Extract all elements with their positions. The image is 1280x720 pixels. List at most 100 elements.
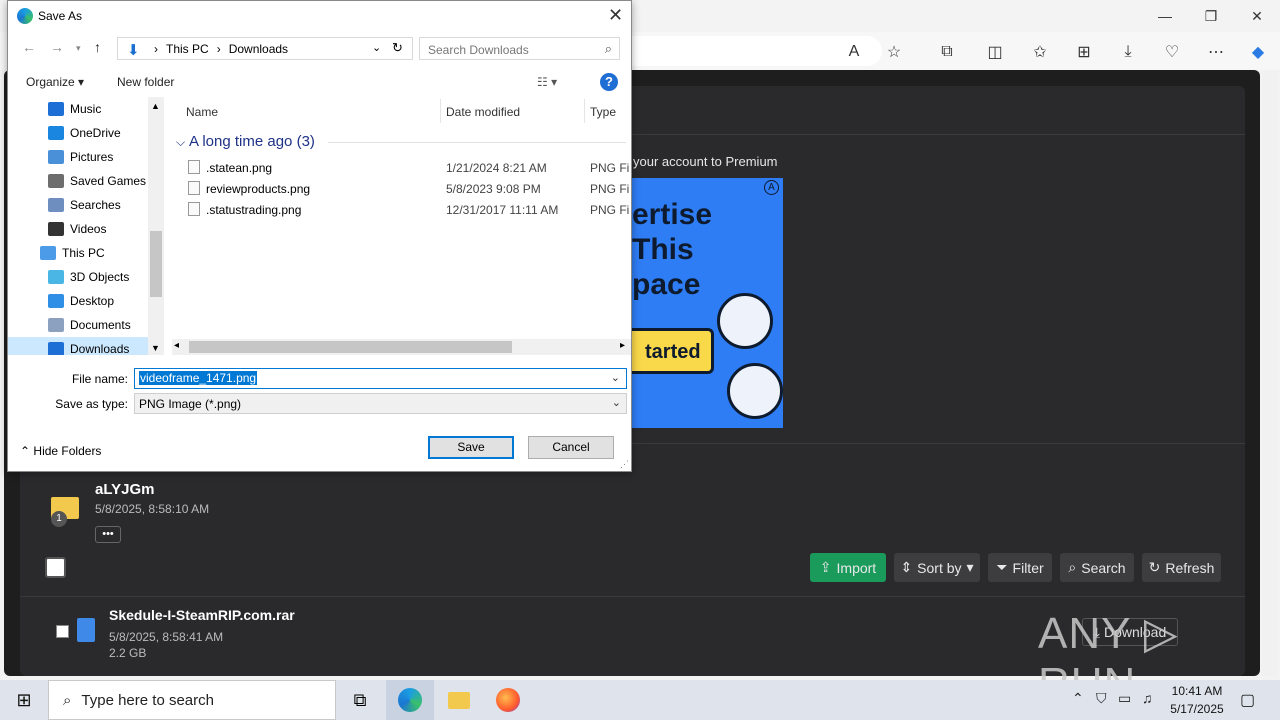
import-button[interactable]: ⇪ Import	[810, 553, 886, 582]
scroll-down-icon[interactable]: ▼	[151, 343, 160, 353]
breadcrumb[interactable]: ⬇ › This PC › Downloads ⌄ ↻	[117, 37, 413, 60]
collections-icon[interactable]: ⊞	[1067, 38, 1101, 66]
group-collapse-icon[interactable]: ⌵	[176, 135, 185, 150]
tree-item-downloads[interactable]: Downloads	[8, 337, 148, 355]
chevron-down-icon[interactable]: ⌄	[372, 41, 381, 54]
folder-badge: 1	[51, 511, 67, 527]
breadcrumb-downloads[interactable]: Downloads	[229, 42, 288, 56]
tree-item-pictures[interactable]: Pictures	[8, 145, 148, 169]
cancel-button[interactable]: Cancel	[528, 436, 614, 459]
tree-item-label: Saved Games	[70, 174, 147, 188]
tree-item-documents[interactable]: Documents	[8, 313, 148, 337]
chevron-down-icon[interactable]: ⌄	[610, 371, 621, 384]
file-explorer-icon[interactable]	[435, 680, 483, 720]
ad-button[interactable]: tarted	[632, 328, 714, 374]
column-date-modified[interactable]: Date modified	[446, 105, 520, 119]
clock[interactable]: 10:41 AM 5/17/2025	[1160, 682, 1234, 718]
copilot-icon[interactable]: ◆	[1241, 38, 1275, 66]
tree-item-this-pc[interactable]: This PC	[8, 241, 148, 265]
tree-item-music[interactable]: Music	[8, 97, 148, 121]
help-icon[interactable]: ?	[600, 73, 618, 91]
file-row[interactable]: .statean.png 1/21/2024 8:21 AM PNG File	[188, 158, 631, 178]
minimize-button[interactable]: —	[1142, 0, 1188, 32]
resize-grip-icon[interactable]: ⋰	[620, 459, 629, 470]
file-row[interactable]: .statustrading.png 12/31/2017 11:11 AM PNG…	[188, 200, 631, 220]
scroll-right-icon[interactable]: ▸	[620, 340, 625, 351]
search-button[interactable]: ⌕ Search	[1060, 553, 1134, 582]
notifications-icon[interactable]: ▢	[1240, 690, 1255, 710]
file-row-type: PNG File	[590, 161, 630, 175]
tree-item-3d-objects[interactable]: 3D Objects	[8, 265, 148, 289]
refresh-icon[interactable]: ↻	[392, 40, 403, 56]
file-name-input[interactable]: videoframe_1471.png ⌄	[134, 368, 627, 389]
back-arrow-icon[interactable]: ←	[22, 39, 36, 55]
forward-arrow-icon[interactable]: →	[50, 39, 64, 55]
advertisement[interactable]: ertise This pace tarted A	[632, 178, 783, 428]
refresh-button[interactable]: ↻ Refresh	[1142, 553, 1221, 582]
firefox-icon[interactable]	[484, 680, 532, 720]
tree-item-desktop[interactable]: Desktop	[8, 289, 148, 313]
dialog-close-icon[interactable]: ✕	[608, 5, 623, 26]
premium-text[interactable]: your account to Premium	[633, 154, 778, 169]
file-name[interactable]: Skedule-I-SteamRIP.com.rar	[109, 607, 295, 623]
file-group-header[interactable]: A long time ago (3)	[189, 133, 315, 150]
recent-locations-icon[interactable]: ▾	[76, 43, 81, 54]
windows-start-icon[interactable]: ⊞	[0, 680, 48, 720]
chevron-down-icon[interactable]: ⌄	[612, 396, 621, 409]
folder-more-button[interactable]: •••	[95, 526, 121, 543]
search-label: Search	[1081, 559, 1126, 576]
new-folder-button[interactable]: New folder	[117, 75, 174, 89]
folder-tree[interactable]: Music OneDrive Pictures Saved Games Searches…	[8, 97, 148, 355]
tree-scrollbar-thumb[interactable]	[150, 231, 162, 297]
tray-overflow-icon[interactable]: ⌃	[1072, 690, 1084, 707]
tree-item-searches[interactable]: Searches	[8, 193, 148, 217]
search-downloads-input[interactable]: Search Downloads ⌕	[419, 37, 620, 60]
hide-folders-toggle[interactable]: ⌃ Hide Folders	[20, 444, 101, 458]
page-scrollbar[interactable]	[1262, 70, 1278, 676]
column-separator[interactable]	[584, 99, 585, 123]
volume-icon[interactable]: ♫	[1142, 690, 1153, 706]
restore-button[interactable]: ❐	[1188, 0, 1234, 32]
ad-choices-icon[interactable]: A	[764, 180, 779, 195]
browser-essentials-icon[interactable]: ♡	[1155, 38, 1189, 66]
scroll-up-icon[interactable]: ▲	[151, 101, 160, 111]
folder-name[interactable]: aLYJGm	[95, 481, 154, 498]
tree-item-saved-games[interactable]: Saved Games	[8, 169, 148, 193]
search-placeholder: Search Downloads	[428, 43, 529, 57]
tree-scrollbar[interactable]	[148, 97, 164, 355]
view-options-icon[interactable]: ☷ ▾	[537, 75, 557, 89]
breadcrumb-this-pc[interactable]: This PC	[166, 42, 209, 56]
scroll-left-icon[interactable]: ◂	[174, 340, 179, 351]
filter-button[interactable]: ⏷ Filter	[988, 553, 1052, 582]
favorites-icon[interactable]: ✩	[1023, 38, 1057, 66]
file-row[interactable]: reviewproducts.png 5/8/2023 9:08 PM PNG Fi…	[188, 179, 631, 199]
taskbar-search-box[interactable]: ⌕ Type here to search	[48, 680, 336, 720]
security-icon[interactable]: ⛉	[1096, 690, 1107, 707]
task-view-icon[interactable]: ⧉	[336, 680, 384, 720]
extensions-icon[interactable]: ⧉	[930, 38, 964, 66]
horizontal-scrollbar-thumb[interactable]	[189, 341, 512, 353]
select-all-checkbox[interactable]	[45, 557, 66, 578]
file-checkbox[interactable]	[56, 625, 69, 638]
up-arrow-icon[interactable]: ↑	[94, 39, 101, 55]
more-icon[interactable]: ⋯	[1199, 38, 1233, 66]
folder-icon	[48, 174, 64, 188]
read-aloud-icon[interactable]: A	[837, 38, 871, 66]
column-name[interactable]: Name	[186, 105, 218, 119]
edge-taskbar-icon[interactable]	[386, 680, 434, 720]
downloads-icon[interactable]: ⤓	[1111, 38, 1145, 66]
folder-icon	[48, 198, 64, 212]
save-as-type-select[interactable]: PNG Image (*.png) ⌄	[134, 393, 627, 414]
save-button[interactable]: Save	[428, 436, 514, 459]
ad-line-2: This	[632, 233, 694, 266]
column-type[interactable]: Type	[590, 105, 616, 119]
close-button[interactable]: ✕	[1234, 0, 1280, 32]
split-screen-icon[interactable]: ◫	[978, 38, 1012, 66]
favorite-star-icon[interactable]: ☆	[877, 38, 911, 66]
sort-by-button[interactable]: ⇕ Sort by ▾	[894, 553, 980, 582]
tree-item-onedrive[interactable]: OneDrive	[8, 121, 148, 145]
tree-item-videos[interactable]: Videos	[8, 217, 148, 241]
organize-menu[interactable]: Organize ▾	[26, 75, 84, 89]
network-icon[interactable]: ▭	[1118, 690, 1131, 707]
column-separator[interactable]	[440, 99, 441, 123]
